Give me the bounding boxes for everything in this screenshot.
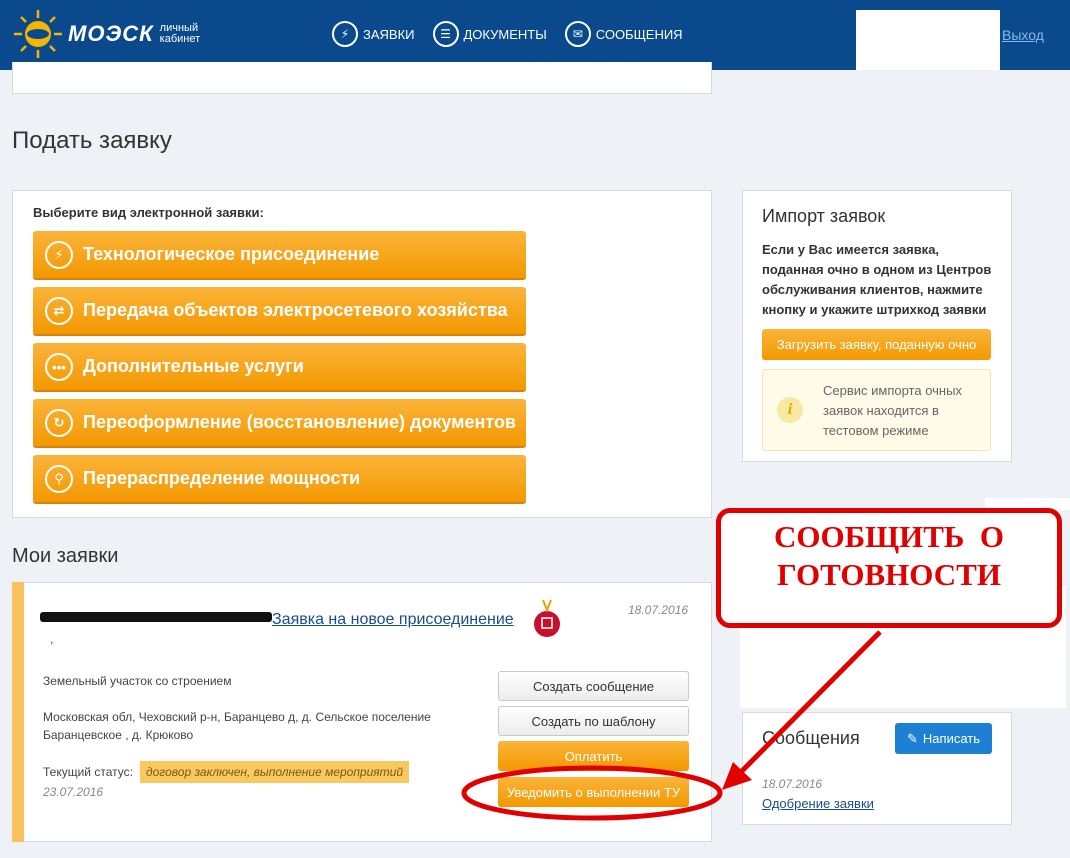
annotation-arrow	[461, 630, 882, 821]
annotation-ellipse	[461, 765, 723, 821]
annotation-arrow-line	[736, 630, 882, 777]
